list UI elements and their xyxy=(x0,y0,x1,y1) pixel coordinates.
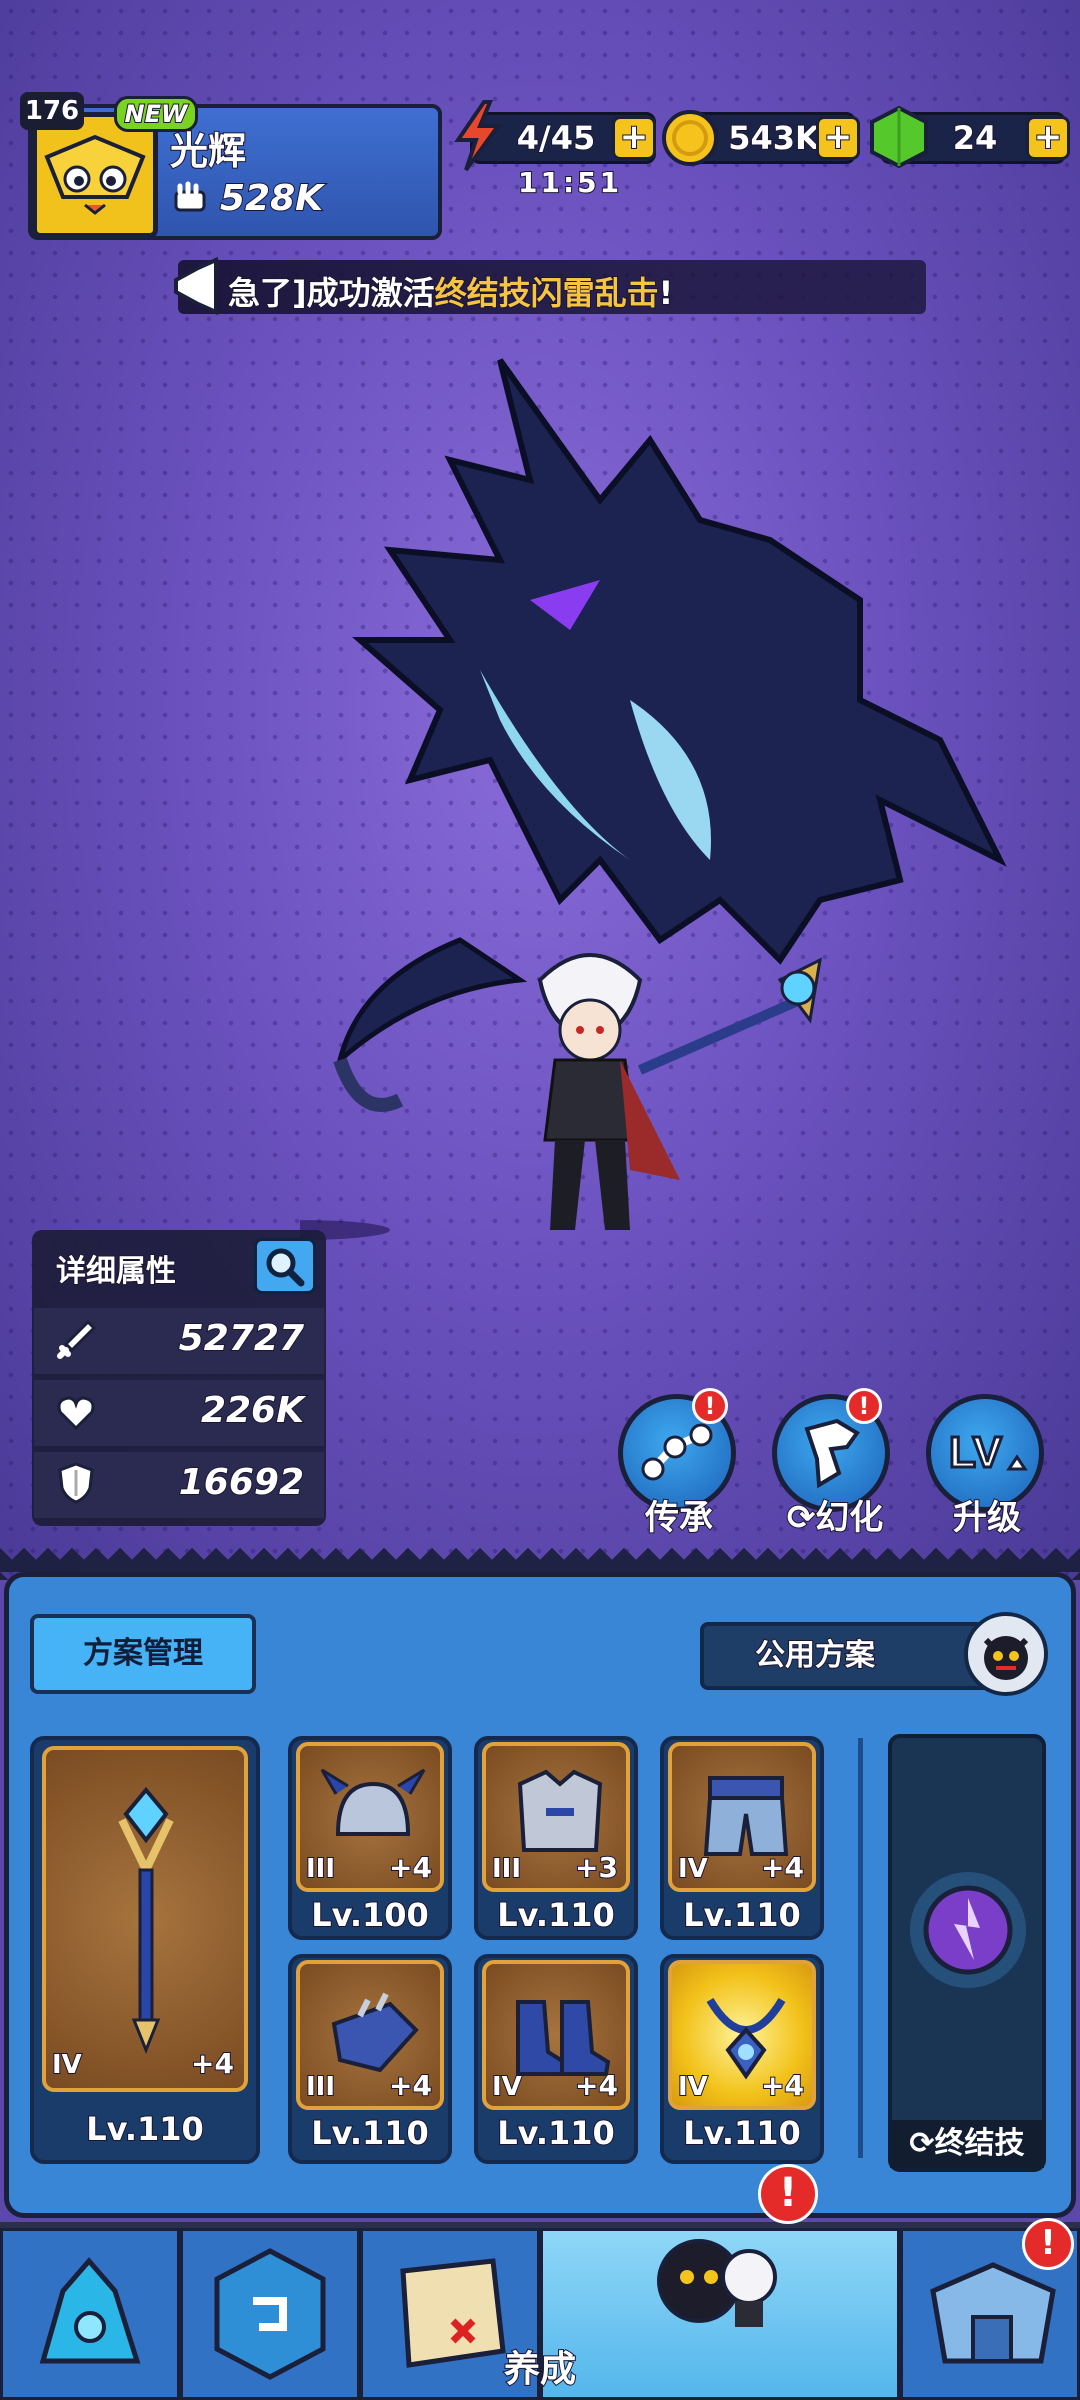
broadcast-prefix: 急了]成功激活 xyxy=(227,273,436,313)
weapon-frame: IV +4 xyxy=(42,1746,248,2092)
nav-tab-battle[interactable] xyxy=(0,2228,180,2400)
sword-icon xyxy=(57,1319,97,1359)
pants-level: Lv.110 xyxy=(682,1895,802,1935)
energy-timer: 11:51 xyxy=(517,165,623,200)
energy-value: 4/45 xyxy=(516,118,596,158)
armor-tier: III xyxy=(491,1853,522,1885)
gems-value: 24 xyxy=(952,118,999,158)
helmet-frame: III +4 xyxy=(296,1742,444,1892)
stats-title: 详细属性 xyxy=(55,1253,177,1290)
pants-frame: IV +4 xyxy=(668,1742,816,1892)
shop-alert-badge: ! xyxy=(1022,2218,1074,2270)
plan-manage-button[interactable]: 方案管理 xyxy=(30,1614,256,1694)
player-level-badge: 176 xyxy=(20,92,84,130)
helmet-tier: III xyxy=(305,1853,336,1885)
combat-power-value: 528K xyxy=(219,177,324,220)
gloves-frame: III +4 xyxy=(296,1960,444,2110)
stat-attack-value: 52727 xyxy=(178,1317,305,1360)
gloves-tier: III xyxy=(305,2071,336,2103)
pants-plus: +4 xyxy=(760,1850,805,1885)
stat-hp-value: 226K xyxy=(200,1389,305,1432)
hero-illustration xyxy=(300,358,1007,1240)
helmet-level: Lv.100 xyxy=(310,1895,430,1935)
power-fist-icon xyxy=(174,181,206,212)
heart-icon xyxy=(57,1396,95,1431)
armor-plus: +3 xyxy=(574,1850,619,1885)
player-name: 光辉 xyxy=(169,128,247,174)
crystal-castle-icon xyxy=(39,2257,141,2364)
armor-frame: III +3 xyxy=(482,1742,630,1892)
helmet-icon xyxy=(320,1768,426,1836)
amulet-tier: IV xyxy=(677,2071,709,2103)
nav-develop-label: 养成 xyxy=(503,2348,577,2391)
broadcast-suffix: ! xyxy=(658,273,675,313)
gloves-level: Lv.110 xyxy=(310,2113,430,2153)
boots-level: Lv.110 xyxy=(496,2113,616,2153)
shield-icon xyxy=(58,1462,94,1504)
inherit-alert-badge: ! xyxy=(692,1388,728,1424)
broadcast-text: 急了]成功激活终结技闪雷乱击! xyxy=(227,268,675,314)
megaphone-icon xyxy=(174,256,218,316)
stats-detail-button[interactable] xyxy=(254,1238,316,1294)
transform-alert-badge: ! xyxy=(846,1388,882,1424)
add-gems-button[interactable]: + xyxy=(1026,116,1070,160)
boots-plus: +4 xyxy=(574,2068,619,2103)
amulet-frame: IV +4 xyxy=(668,1960,816,2110)
stat-defense-value: 16692 xyxy=(178,1461,305,1504)
svg-text:LV: LV xyxy=(949,1428,1003,1477)
broadcast-highlight: 终结技闪雷乱击 xyxy=(434,273,660,313)
boots-frame: IV +4 xyxy=(482,1960,630,2110)
staff-icon xyxy=(118,1786,174,2055)
helmet-plus: +4 xyxy=(388,1850,433,1885)
ultimate-orb-icon xyxy=(910,1872,1026,1988)
add-coins-button[interactable]: + xyxy=(816,116,860,160)
ultimate-label: ⟳终结技 xyxy=(890,2120,1044,2168)
transform-label: ⟳幻化 xyxy=(786,1497,885,1539)
develop-alert-badge: ! xyxy=(758,2164,818,2224)
search-icon xyxy=(266,1248,305,1287)
ultimate-skill-slot[interactable] xyxy=(888,1734,1046,2172)
nav-tab-dungeon[interactable] xyxy=(180,2228,360,2400)
amulet-level: Lv.110 xyxy=(682,2113,802,2153)
public-plan-avatar[interactable] xyxy=(964,1612,1048,1696)
slot-divider xyxy=(858,1738,863,2158)
weapon-level: Lv.110 xyxy=(85,2109,205,2149)
gloves-plus: +4 xyxy=(388,2068,433,2103)
armor-level: Lv.110 xyxy=(496,1895,616,1935)
upgrade-label: 升级 xyxy=(952,1497,1022,1539)
gem-icon xyxy=(870,105,928,169)
amulet-plus: +4 xyxy=(760,2068,805,2103)
weapon-tier: IV xyxy=(51,2049,83,2081)
coin-icon xyxy=(662,110,718,166)
inherit-label: 传承 xyxy=(644,1497,714,1539)
public-plan-button[interactable]: 公用方案 xyxy=(700,1622,1000,1690)
add-energy-button[interactable]: + xyxy=(612,116,656,160)
boots-tier: IV xyxy=(491,2071,523,2103)
weapon-plus: +4 xyxy=(190,2046,235,2081)
hex-portal-icon xyxy=(214,2248,326,2380)
pants-tier: IV xyxy=(677,1853,709,1885)
